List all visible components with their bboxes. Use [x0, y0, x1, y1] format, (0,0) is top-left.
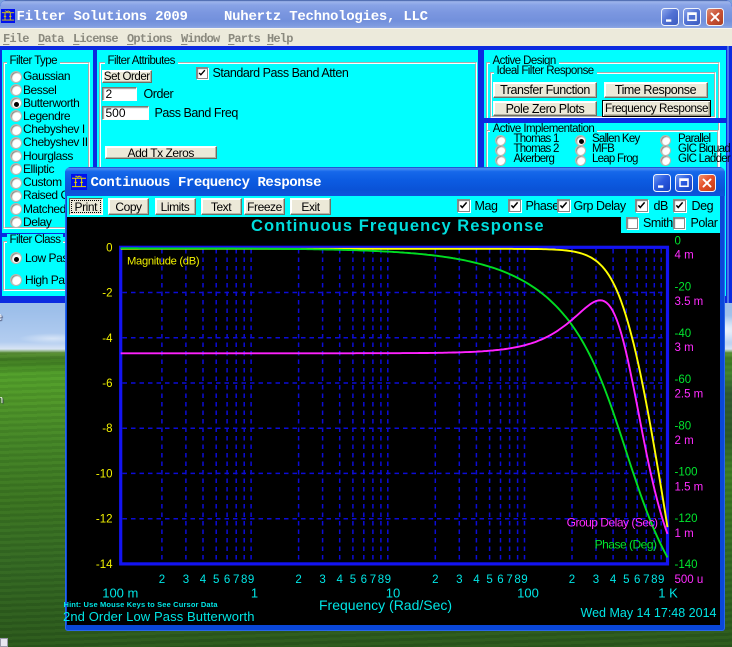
svg-text:Magnitude (dB): Magnitude (dB): [127, 256, 200, 268]
svg-text:8: 8: [514, 574, 520, 586]
svg-text:2 m: 2 m: [674, 435, 693, 447]
svg-text:-8: -8: [102, 423, 112, 435]
svg-text:3: 3: [456, 574, 462, 586]
svg-text:1 m: 1 m: [674, 528, 693, 540]
svg-text:9: 9: [657, 574, 663, 586]
svg-text:2: 2: [432, 574, 438, 586]
svg-text:-12: -12: [95, 514, 112, 526]
svg-text:-4: -4: [102, 333, 113, 345]
svg-text:-60: -60: [674, 374, 691, 386]
svg-text:-100: -100: [674, 467, 697, 479]
svg-text:9: 9: [384, 574, 390, 586]
svg-text:3.5 m: 3.5 m: [674, 296, 703, 308]
svg-text:3: 3: [319, 574, 325, 586]
svg-text:-80: -80: [674, 421, 691, 433]
svg-text:6: 6: [633, 574, 639, 586]
svg-text:7: 7: [369, 574, 375, 586]
svg-text:9: 9: [521, 574, 527, 586]
svg-text:5: 5: [349, 574, 355, 586]
svg-text:-2: -2: [102, 288, 112, 300]
svg-text:5: 5: [623, 574, 629, 586]
svg-text:100: 100: [517, 586, 539, 601]
svg-text:7: 7: [506, 574, 512, 586]
svg-text:-10: -10: [95, 468, 112, 480]
svg-text:6: 6: [497, 574, 503, 586]
svg-text:-120: -120: [674, 513, 697, 525]
svg-text:-6: -6: [102, 378, 112, 390]
svg-text:8: 8: [240, 574, 246, 586]
svg-text:7: 7: [643, 574, 649, 586]
svg-text:8: 8: [651, 574, 657, 586]
svg-text:-14: -14: [95, 559, 112, 571]
svg-text:Group Delay (Sec): Group Delay (Sec): [566, 516, 657, 530]
svg-text:5: 5: [486, 574, 492, 586]
svg-text:4: 4: [473, 574, 480, 586]
svg-text:3: 3: [592, 574, 598, 586]
svg-text:4 m: 4 m: [674, 249, 693, 261]
svg-text:6: 6: [223, 574, 229, 586]
svg-text:8: 8: [377, 574, 383, 586]
svg-text:1: 1: [250, 586, 257, 601]
svg-text:100 m: 100 m: [102, 586, 138, 601]
svg-text:0: 0: [106, 242, 112, 254]
svg-text:-140: -140: [674, 559, 697, 571]
svg-text:500 u: 500 u: [674, 574, 703, 586]
svg-text:4: 4: [199, 574, 206, 586]
svg-text:-40: -40: [674, 328, 691, 340]
svg-text:2: 2: [295, 574, 301, 586]
svg-text:Phase (Deg): Phase (Deg): [594, 538, 656, 552]
svg-text:0: 0: [674, 236, 680, 248]
svg-text:5: 5: [212, 574, 218, 586]
svg-text:9: 9: [247, 574, 253, 586]
svg-text:3: 3: [182, 574, 188, 586]
svg-text:2: 2: [158, 574, 164, 586]
svg-text:1 K: 1 K: [658, 586, 678, 601]
svg-text:6: 6: [360, 574, 366, 586]
svg-text:3 m: 3 m: [674, 342, 693, 354]
svg-text:1.5 m: 1.5 m: [674, 481, 703, 493]
svg-text:7: 7: [232, 574, 238, 586]
svg-text:4: 4: [609, 574, 616, 586]
svg-text:2.5 m: 2.5 m: [674, 389, 703, 401]
svg-text:4: 4: [336, 574, 343, 586]
svg-text:2: 2: [568, 574, 574, 586]
svg-text:-20: -20: [674, 282, 691, 294]
